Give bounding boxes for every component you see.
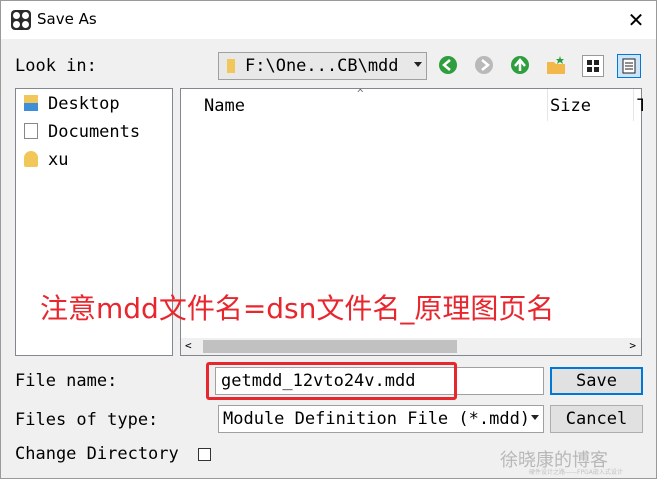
cancel-button[interactable]: Cancel: [550, 405, 643, 433]
file-type-combo[interactable]: Module Definition File (*.mdd): [218, 405, 544, 433]
documents-icon: [24, 123, 38, 139]
chevron-down-icon: [531, 415, 539, 420]
place-label: Desktop: [48, 94, 120, 114]
place-desktop[interactable]: Desktop: [24, 94, 120, 114]
place-label: Documents: [48, 122, 141, 142]
highlight-box: [206, 362, 457, 400]
save-button[interactable]: Save: [550, 367, 643, 395]
close-icon[interactable]: ✕: [623, 7, 649, 33]
column-separator: [633, 89, 634, 121]
file-type-value: Module Definition File (*.mdd): [223, 409, 527, 429]
column-name[interactable]: Name: [204, 96, 245, 116]
view-details-icon[interactable]: [617, 54, 641, 78]
folder-icon: [227, 59, 235, 73]
look-in-combo[interactable]: F:\One...CB\mdd: [218, 52, 427, 80]
window-title: Save As: [37, 10, 97, 28]
place-documents[interactable]: Documents: [24, 122, 140, 142]
up-folder-icon[interactable]: [510, 55, 530, 75]
file-type-label: Files of type:: [15, 410, 159, 430]
scroll-left-icon[interactable]: <: [185, 339, 192, 352]
watermark-subtext: 硬件设计之路——FPGA嵌入式设计: [529, 469, 623, 476]
change-directory-checkbox[interactable]: [198, 448, 211, 461]
forward-icon[interactable]: [474, 55, 494, 75]
place-label: xu: [48, 150, 69, 170]
save-as-dialog: Save As ✕ Look in: F:\One...CB\mdd Deskt…: [0, 0, 657, 479]
look-in-label: Look in:: [15, 56, 97, 76]
sort-icon: ^: [357, 87, 364, 100]
column-size[interactable]: Size: [550, 96, 591, 116]
place-user[interactable]: xu: [24, 150, 68, 170]
file-name-label: File name:: [15, 371, 118, 391]
title-bar: Save As ✕: [1, 1, 656, 39]
new-folder-icon[interactable]: [546, 55, 566, 75]
annotation-text: 注意mdd文件名=dsn文件名_原理图页名: [40, 292, 555, 325]
desktop-icon: [24, 95, 38, 111]
change-directory-label: Change Directory: [15, 444, 179, 464]
back-icon[interactable]: [438, 55, 458, 75]
app-icon: [11, 10, 31, 30]
user-icon: [24, 151, 38, 167]
horizontal-scrollbar[interactable]: < >: [181, 338, 641, 355]
column-type[interactable]: T: [637, 96, 643, 116]
scroll-thumb[interactable]: [203, 340, 457, 353]
chevron-down-icon: [414, 62, 422, 67]
scroll-right-icon[interactable]: >: [629, 339, 636, 352]
look-in-path: F:\One...CB\mdd: [245, 56, 399, 76]
column-separator: [547, 89, 548, 121]
view-icons-icon[interactable]: [582, 55, 604, 77]
